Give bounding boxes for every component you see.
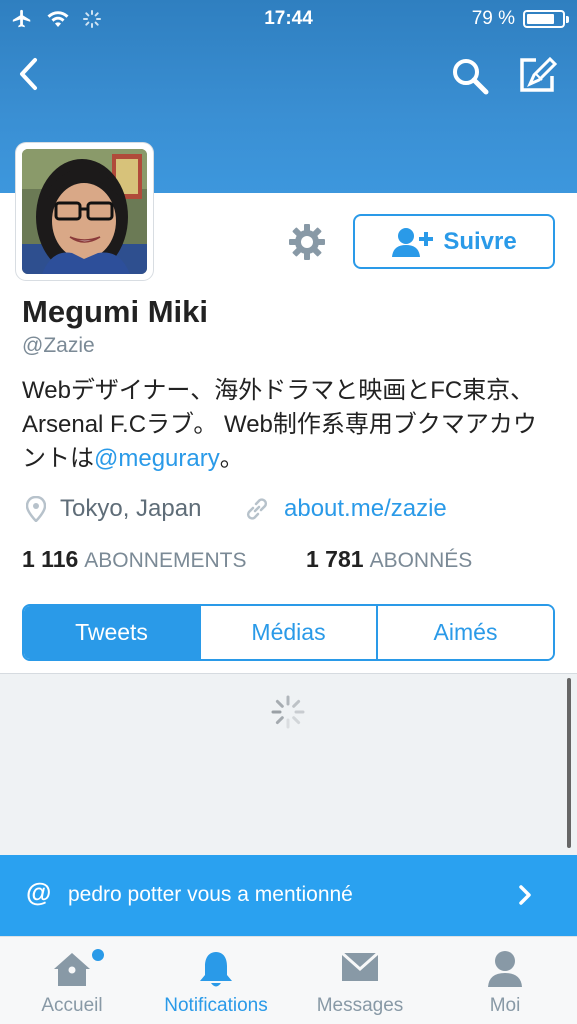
tab-tweets[interactable]: Tweets <box>24 606 199 659</box>
chevron-right-icon <box>519 885 531 905</box>
profile-name: Megumi Miki <box>22 294 209 329</box>
following-label: ABONNEMENTS <box>84 549 247 572</box>
new-tweets-badge <box>92 949 104 961</box>
battery-percent: 79 % <box>471 8 515 29</box>
tab-bar-accueil[interactable]: Accueil <box>0 937 144 1024</box>
profile-screen: 17:44 79 % Suivre Megumi Miki @Zazie Web… <box>0 0 577 1024</box>
follow-button[interactable]: Suivre <box>353 214 555 269</box>
tab-medias[interactable]: Médias <box>199 606 376 659</box>
envelope-icon <box>341 951 379 981</box>
tab-aimes[interactable]: Aimés <box>376 606 553 659</box>
home-icon <box>54 953 90 986</box>
mention-notification-banner[interactable]: @ pedro potter vous a mentionné <box>0 855 577 936</box>
followers-count: 1 781 <box>306 546 364 572</box>
notification-text: pedro potter vous a mentionné <box>68 883 353 906</box>
avatar[interactable] <box>16 143 153 280</box>
following-count: 1 116 <box>22 546 79 572</box>
profile-tabs: Tweets Médias Aimés <box>22 604 555 661</box>
battery-level <box>527 14 554 24</box>
back-arrow-icon[interactable] <box>14 54 44 94</box>
scrollbar[interactable] <box>567 678 571 848</box>
avatar-photo <box>22 149 147 275</box>
tab-bar-label: Moi <box>489 995 521 1016</box>
follow-label: Suivre <box>443 227 517 255</box>
profile-bio: Webデザイナー、海外ドラマと映画とFC東京、Arsenal F.Cラブ。 We… <box>22 374 557 476</box>
bio-mention-link[interactable]: @megurary <box>94 445 220 472</box>
tab-bar-label: Messages <box>316 995 404 1016</box>
gear-icon[interactable] <box>287 222 327 262</box>
url-row[interactable]: about.me/zazie <box>244 492 447 526</box>
following-stat[interactable]: 1 116 ABONNEMENTS <box>22 546 246 573</box>
url-link[interactable]: about.me/zazie <box>284 495 447 523</box>
followers-stat[interactable]: 1 781 ABONNÉS <box>306 546 472 573</box>
bell-icon <box>200 952 232 987</box>
tab-bar-moi[interactable]: Moi <box>433 937 577 1024</box>
tab-bar-label: Notifications <box>164 995 268 1016</box>
link-icon <box>247 498 267 520</box>
bottom-tab-bar: Accueil Notifications Messages Moi <box>0 936 577 1024</box>
location-pin-icon <box>26 496 46 522</box>
profile-handle: @Zazie <box>22 334 95 357</box>
followers-label: ABONNÉS <box>369 549 473 572</box>
tab-bar-messages[interactable]: Messages <box>288 937 432 1024</box>
battery-icon <box>523 10 569 28</box>
person-icon <box>488 951 522 987</box>
status-bar: 17:44 79 % <box>0 0 577 38</box>
location-row: Tokyo, Japan <box>26 492 201 526</box>
at-icon: @ <box>26 877 52 907</box>
loading-spinner-icon <box>271 695 305 729</box>
status-right: 79 % <box>471 8 569 30</box>
bio-end: 。 <box>219 445 244 472</box>
compose-icon[interactable] <box>516 54 558 96</box>
tab-bar-label: Accueil <box>41 995 103 1016</box>
search-icon[interactable] <box>450 56 490 96</box>
location-text: Tokyo, Japan <box>60 495 202 522</box>
tab-bar-notifications[interactable]: Notifications <box>144 937 288 1024</box>
add-user-icon <box>392 227 434 257</box>
